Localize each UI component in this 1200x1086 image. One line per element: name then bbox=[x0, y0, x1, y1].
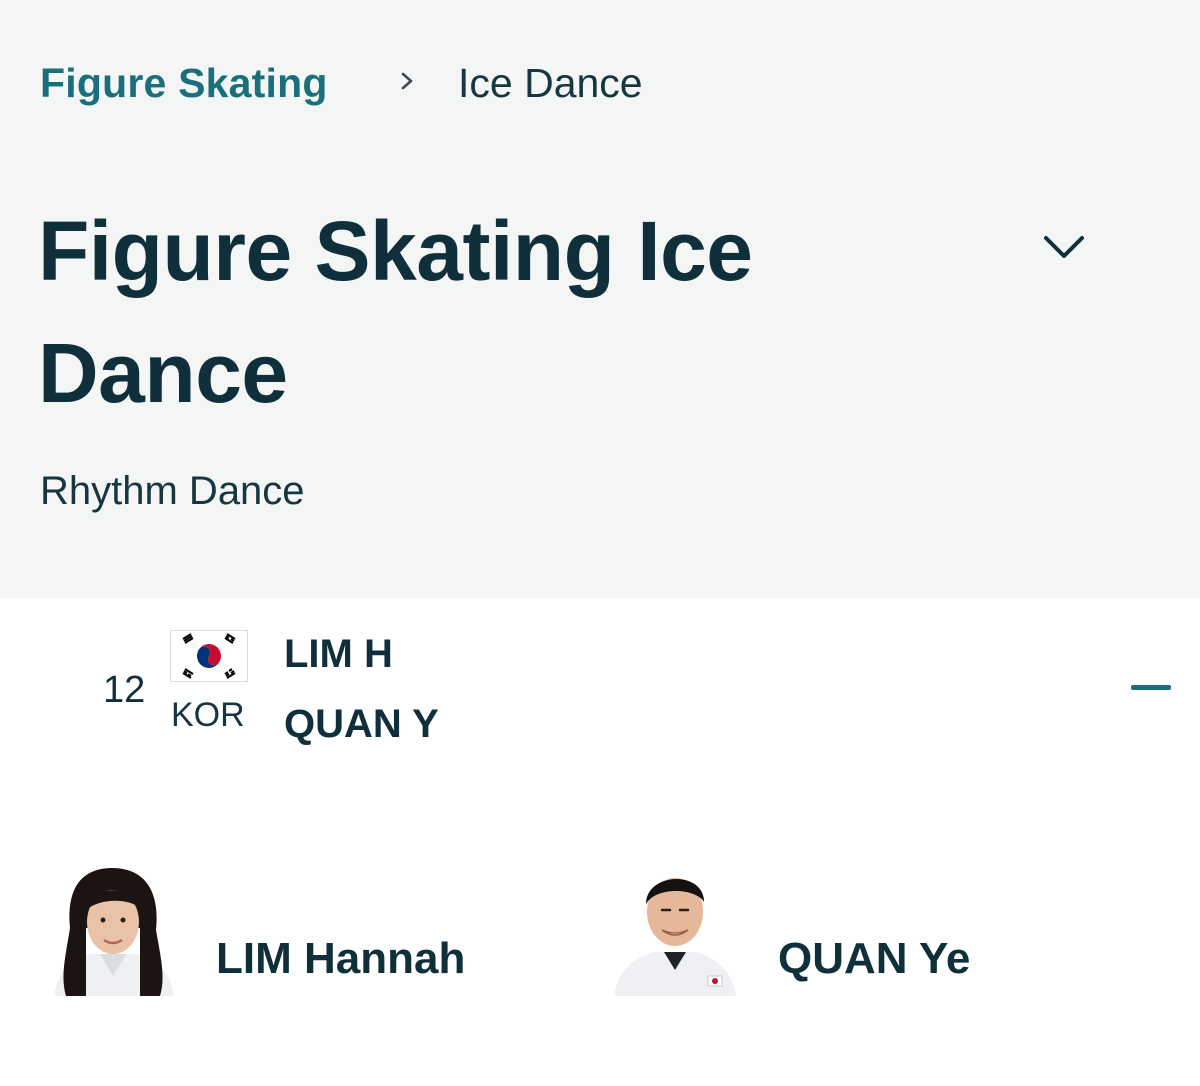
rank: 12 bbox=[103, 669, 146, 711]
athlete-card[interactable]: LIM Hannah bbox=[48, 858, 568, 998]
breadcrumb-current: Ice Dance bbox=[458, 60, 643, 106]
chevron-down-icon[interactable] bbox=[1038, 226, 1090, 270]
athlete-card[interactable]: QUAN Ye bbox=[610, 858, 1130, 998]
athlete-full-name[interactable]: QUAN Ye bbox=[778, 932, 970, 986]
result-row[interactable] bbox=[0, 598, 1200, 788]
athlete-short-name-2: QUAN Y bbox=[284, 702, 439, 746]
noc-code: KOR bbox=[171, 696, 245, 734]
south-korea-flag-icon bbox=[170, 630, 248, 682]
athlete-full-name[interactable]: LIM Hannah bbox=[216, 932, 465, 986]
breadcrumb-link-figure-skating[interactable]: Figure Skating bbox=[40, 58, 328, 108]
chevron-right-icon bbox=[395, 66, 419, 96]
page-header: Figure Skating Ice Dance Figure Skating … bbox=[0, 0, 1200, 598]
athlete-photo bbox=[48, 858, 178, 996]
athlete-photo bbox=[610, 858, 740, 996]
event-phase-label: Rhythm Dance bbox=[40, 469, 305, 513]
page-title: Figure Skating Ice Dance bbox=[38, 204, 753, 420]
minus-icon[interactable] bbox=[1128, 672, 1174, 702]
athlete-short-name-1: LIM H bbox=[284, 632, 393, 676]
